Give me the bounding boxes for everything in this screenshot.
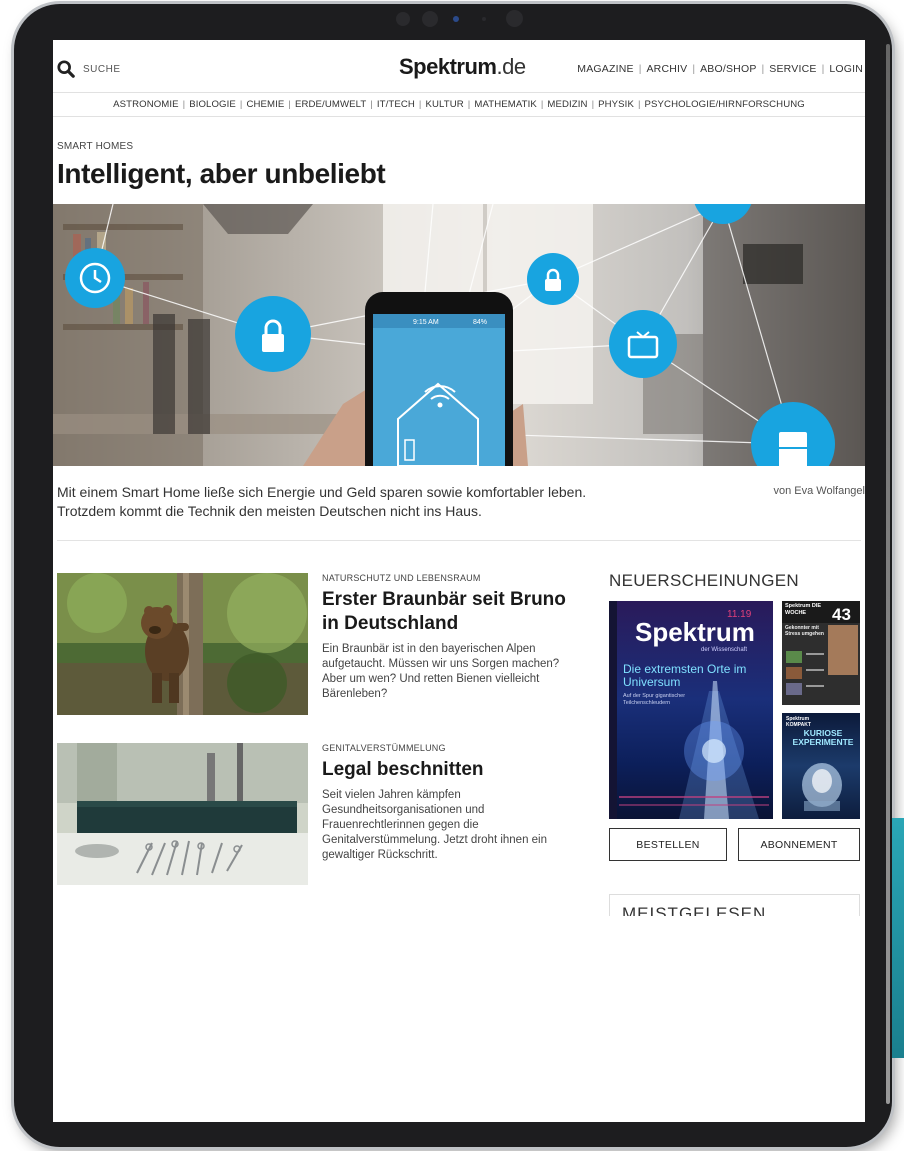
category-astronomie[interactable]: ASTRONOMIE bbox=[113, 99, 179, 110]
teaser-title[interactable]: Legal beschnitten bbox=[322, 758, 578, 782]
teaser-fgm-body: GENITALVERSTÜMMELUNG Legal beschnitten S… bbox=[322, 743, 578, 863]
top-link-abo-shop[interactable]: ABO/SHOP bbox=[700, 63, 756, 75]
smart-home-illustration: 9:15 AM 84% bbox=[53, 204, 865, 466]
magazine-cover-kompakt[interactable]: Spektrum KOMPAKT KURIOSE EXPERIMENTE bbox=[782, 713, 860, 819]
teaser-bear[interactable]: NATURSCHUTZ UND LEBENSRAUM Erster Braunb… bbox=[57, 573, 597, 723]
new-releases-title: NEUERSCHEINUNGEN bbox=[609, 571, 799, 590]
cover-brand: Spektrum bbox=[635, 617, 755, 647]
tablet-side-edge bbox=[886, 44, 890, 1104]
camera-bar bbox=[380, 4, 530, 34]
background-accent bbox=[892, 818, 904, 1058]
top-link-archiv[interactable]: ARCHIV bbox=[646, 63, 687, 75]
teaser-text: Ein Braunbär ist in den bayerischen Alpe… bbox=[322, 643, 560, 700]
teaser-fgm[interactable]: GENITALVERSTÜMMELUNG Legal beschnitten S… bbox=[57, 743, 597, 893]
magazine-cover-main[interactable]: 11.19 Spektrum der Wissenschaft Die extr… bbox=[609, 601, 773, 819]
week-cover-art: Spektrum DIE WOCHE 43 Gekonnter mit Stre… bbox=[782, 601, 860, 705]
top-link-login[interactable]: LOGIN bbox=[829, 63, 863, 75]
category-chemie[interactable]: CHEMIE bbox=[246, 99, 284, 110]
top-link-service[interactable]: SERVICE bbox=[769, 63, 816, 75]
category-biologie[interactable]: BIOLOGIE bbox=[189, 99, 236, 110]
site-logo[interactable]: Spektrum.de bbox=[399, 54, 526, 80]
category-it-tech[interactable]: IT/TECH bbox=[377, 99, 415, 110]
cover-subbrand: der Wissenschaft bbox=[701, 647, 747, 653]
top-link-magazine[interactable]: MAGAZINE bbox=[577, 63, 633, 75]
lead-summary: Mit einem Smart Home ließe sich Energie … bbox=[57, 484, 587, 519]
kompakt-cover-art: Spektrum KOMPAKT KURIOSE EXPERIMENTE bbox=[786, 716, 854, 811]
lock-small-bubble-icon bbox=[527, 253, 579, 305]
cover-sub: Auf der Spur gigantischer Teilchenschleu… bbox=[623, 693, 686, 706]
search-label: SUCHE bbox=[83, 63, 121, 75]
week-brand: Spektrum DIE WOCHE bbox=[785, 603, 822, 616]
teaser-text: Seit vielen Jahren kämpfen Gesundheitsor… bbox=[322, 789, 548, 861]
most-read-box: MEISTGELESEN bbox=[609, 894, 860, 916]
teaser-kicker: GENITALVERSTÜMMELUNG bbox=[322, 743, 446, 753]
lead-headline[interactable]: Intelligent, aber unbeliebt bbox=[57, 158, 386, 190]
phone-time: 9:15 AM bbox=[413, 319, 439, 326]
magazine-cover-art: 11.19 Spektrum der Wissenschaft Die extr… bbox=[609, 601, 769, 819]
browser-viewport: SUCHE Spektrum.de MAGAZINE | ARCHIV | ABO/… bbox=[53, 40, 865, 1122]
lock-bubble-icon bbox=[235, 296, 311, 372]
top-links: MAGAZINE | ARCHIV | ABO/SHOP | SERVICE | LOG… bbox=[577, 63, 863, 75]
teaser-kicker: NATURSCHUTZ UND LEBENSRAUM bbox=[322, 573, 481, 583]
category-mathematik[interactable]: MATHEMATIK bbox=[474, 99, 536, 110]
lead-byline: von Eva Wolfangel bbox=[773, 485, 865, 497]
category-erde-umwelt[interactable]: ERDE/UMWELT bbox=[295, 99, 366, 110]
order-button[interactable]: BESTELLEN bbox=[609, 828, 727, 861]
logo-main: Spektrum bbox=[399, 54, 497, 79]
category-medizin[interactable]: MEDIZIN bbox=[547, 99, 587, 110]
tv-bubble-icon bbox=[609, 310, 677, 378]
surgery-image[interactable] bbox=[57, 743, 308, 885]
category-psychologie[interactable]: PSYCHOLOGIE/HIRNFORSCHUNG bbox=[645, 99, 805, 110]
kompakt-headline: KURIOSE EXPERIMENTE bbox=[792, 729, 854, 747]
kompakt-brand: Spektrum KOMPAKT bbox=[786, 716, 811, 728]
subscribe-button[interactable]: ABONNEMENT bbox=[738, 828, 860, 861]
search-icon bbox=[57, 60, 75, 78]
lead-image[interactable]: 9:15 AM 84% bbox=[53, 204, 865, 466]
cover-headline: Die extremsten Orte im Universum bbox=[623, 663, 747, 689]
surgery-photo bbox=[57, 743, 308, 885]
category-nav: ASTRONOMIE | BIOLOGIE | CHEMIE | ERDE/UMWEL… bbox=[53, 92, 865, 117]
site-header: SUCHE Spektrum.de MAGAZINE | ARCHIV | ABO/… bbox=[53, 40, 865, 96]
teaser-bear-body: NATURSCHUTZ UND LEBENSRAUM Erster Braunb… bbox=[322, 573, 578, 702]
divider bbox=[57, 540, 861, 541]
week-number: 43 bbox=[832, 605, 851, 624]
teaser-title[interactable]: Erster Braunbär seit Bruno in Deutschlan… bbox=[322, 588, 578, 636]
bear-photo bbox=[57, 573, 308, 715]
lead-kicker: SMART HOMES bbox=[57, 141, 134, 152]
bear-image[interactable] bbox=[57, 573, 308, 715]
clock-bubble-icon bbox=[65, 248, 125, 308]
most-read-title: MEISTGELESEN bbox=[622, 904, 767, 916]
category-kultur[interactable]: KULTUR bbox=[425, 99, 463, 110]
logo-tld: .de bbox=[496, 54, 526, 79]
phone-battery: 84% bbox=[473, 319, 487, 326]
category-physik[interactable]: PHYSIK bbox=[598, 99, 634, 110]
magazine-cover-week[interactable]: Spektrum DIE WOCHE 43 Gekonnter mit Stre… bbox=[782, 601, 860, 705]
search-button[interactable]: SUCHE bbox=[57, 60, 121, 78]
week-headline: Gekonnter mit Stress umgehen bbox=[785, 625, 824, 637]
